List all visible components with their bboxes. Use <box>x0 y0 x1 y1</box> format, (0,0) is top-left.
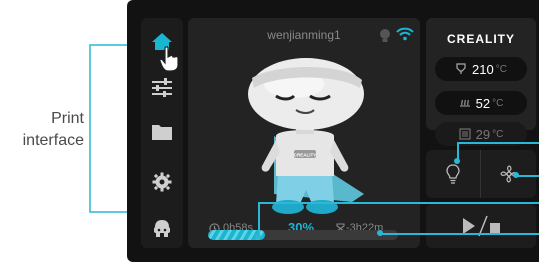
bed-icon <box>459 99 470 107</box>
bed-temp-value: 52 <box>475 95 491 111</box>
sidebar-item-settings[interactable] <box>150 170 174 194</box>
fan-button[interactable] <box>481 150 536 198</box>
nozzle-icon <box>456 63 466 74</box>
print-status-panel: wenjianming1 CREALITY 0h58s 30% -3h22m <box>188 18 420 248</box>
chamber-icon <box>459 128 471 140</box>
robot-icon <box>154 220 170 237</box>
callout-line-remaining <box>380 233 539 235</box>
callout-line-bulb <box>457 142 539 144</box>
callout-dot-remaining <box>377 230 383 236</box>
callout-line-fan <box>516 175 539 177</box>
callout-line-elapsed-v <box>258 202 260 236</box>
chamber-temp-value: 29 <box>475 126 491 142</box>
gear-icon <box>152 172 172 192</box>
callout-line-elapsed <box>258 202 539 204</box>
bed-temp-unit: °C <box>492 97 504 109</box>
controls-panel <box>426 150 536 198</box>
sidebar-item-ai[interactable] <box>150 216 174 240</box>
wifi-icon[interactable] <box>396 27 414 41</box>
folder-icon <box>152 125 172 140</box>
sliders-icon <box>152 78 172 97</box>
callout-dot-elapsed <box>255 234 261 240</box>
progress-bar <box>208 230 398 240</box>
callout-label: Print interface <box>22 108 84 152</box>
nozzle-temp-value: 210 <box>472 61 494 77</box>
sidebar <box>141 18 183 248</box>
callout-label-line1: Print <box>51 110 84 127</box>
model-preview: CREALITY <box>248 58 364 214</box>
callout-label-line2: interface <box>22 132 84 149</box>
light-button[interactable] <box>426 150 481 198</box>
brand-logo: CREALITY <box>447 32 515 46</box>
hand-cursor-icon <box>159 46 179 72</box>
callout-dot-fan <box>513 172 519 178</box>
bulb-icon <box>446 164 460 184</box>
nozzle-temp[interactable]: 210 °C <box>435 57 527 81</box>
sidebar-item-files[interactable] <box>150 120 174 144</box>
model-badge: CREALITY <box>294 153 317 158</box>
callout-dot-bulb <box>454 158 460 164</box>
bed-temp[interactable]: 52 °C <box>435 91 527 115</box>
play-stop-button[interactable] <box>426 204 536 248</box>
temperature-panel: CREALITY 210 °C 52 °C <box>426 18 536 130</box>
light-icon[interactable] <box>378 27 392 43</box>
chamber-temp-unit: °C <box>492 128 504 140</box>
nozzle-temp-unit: °C <box>495 63 507 75</box>
playback-panel <box>426 204 536 248</box>
right-panel: CREALITY 210 °C 52 °C 29 °C <box>426 18 539 248</box>
sidebar-item-settings-sliders[interactable] <box>150 75 174 99</box>
